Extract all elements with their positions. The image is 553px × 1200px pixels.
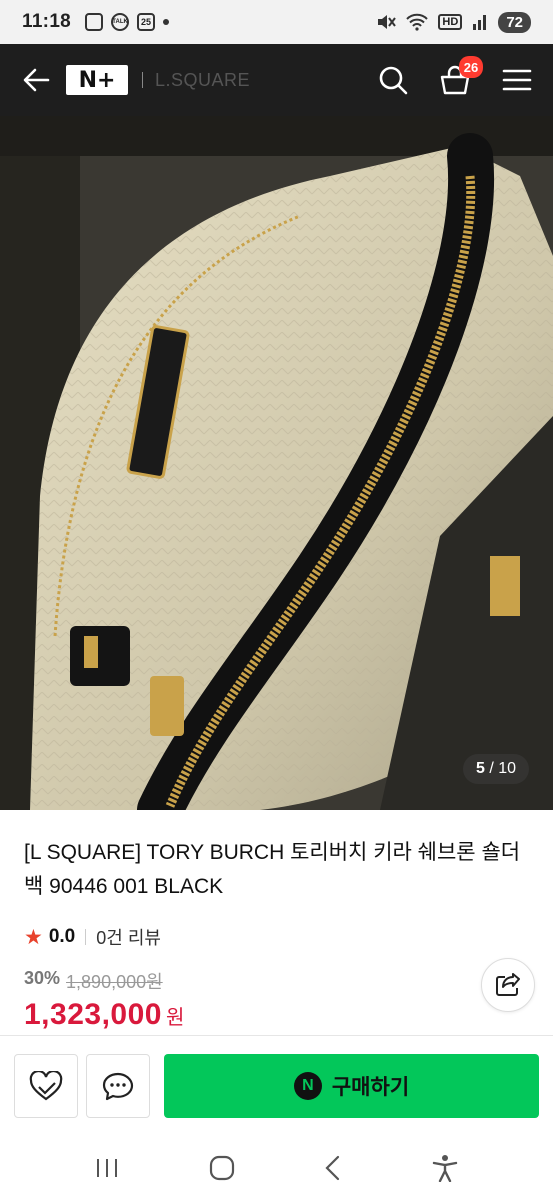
battery-indicator: 72 [498,11,531,33]
bottom-action-bar: N 구매하기 [0,1035,553,1135]
inquiry-chat-button[interactable] [86,1053,150,1118]
buy-button-label: 구매하기 [331,1075,410,1099]
search-button[interactable] [375,62,411,98]
rating-row: ★ 0.0 0건 리뷰 [24,924,529,950]
more-notifications-icon [163,19,170,25]
hamburger-menu-icon [502,69,532,91]
total-images: / 10 [489,760,516,777]
heart-icon [29,1070,63,1100]
screenshot-icon [85,13,104,31]
wifi-icon [406,13,429,31]
star-icon: ★ [24,925,43,949]
back-button[interactable] [18,62,54,98]
rating-value: 0.0 [48,926,76,947]
system-navigation-bar [0,1135,553,1200]
product-image-carousel[interactable]: 5 / 10 [0,116,553,810]
wishlist-button[interactable] [14,1053,78,1118]
status-time: 11:18 [22,11,72,32]
current-image-index: 5 [475,760,485,777]
rating-divider [85,929,87,945]
brand-logo[interactable]: L.SQUARE [155,70,250,91]
sale-price: 1,323,000 [24,998,162,1031]
system-back-icon[interactable] [324,1155,342,1181]
share-button[interactable] [481,958,535,1012]
nav-actions: 26 [375,56,535,98]
naver-pay-icon: N [293,1071,322,1100]
cart-button[interactable]: 26 [437,56,483,98]
naver-plus-logo[interactable]: N+ [66,65,128,95]
hd-icon: HD [438,14,463,30]
status-system-icons: HD 72 [376,11,531,33]
back-arrow-icon [23,68,50,92]
calendar-icon: 25 [137,13,156,31]
top-navigation: N+ L.SQUARE 26 [0,44,553,116]
original-price-row: 30% 1,890,000원 [24,968,529,994]
accessibility-icon[interactable] [432,1154,458,1182]
currency-unit: 원 [165,1007,185,1029]
share-icon [496,973,520,996]
status-notification-icons: TALK 25 [85,13,170,31]
chat-bubble-icon [102,1072,134,1100]
original-price: 1,890,000원 [66,972,163,992]
menu-button[interactable] [499,62,535,98]
image-counter: 5 / 10 [462,754,529,784]
talk-icon: TALK [111,13,130,31]
cart-count-badge: 26 [459,56,483,78]
home-icon[interactable] [209,1155,235,1181]
review-count-link[interactable]: 0건 리뷰 [96,924,161,950]
mute-icon [378,15,397,29]
product-info: [L SQUARE] TORY BURCH 토리버치 키라 쉐브론 숄더백 90… [0,810,553,1035]
signal-icon [473,15,487,30]
logo-divider [142,72,143,88]
status-bar: 11:18 TALK 25 HD 72 [0,0,553,44]
sale-price-row: 1,323,000 원 [24,998,529,1032]
buy-button[interactable]: N 구매하기 [164,1053,539,1118]
search-icon [379,66,408,95]
recent-apps-icon[interactable] [95,1157,119,1179]
product-title: [L SQUARE] TORY BURCH 토리버치 키라 쉐브론 숄더백 90… [24,841,521,898]
discount-rate: 30% [24,968,61,988]
product-photo [0,116,553,810]
